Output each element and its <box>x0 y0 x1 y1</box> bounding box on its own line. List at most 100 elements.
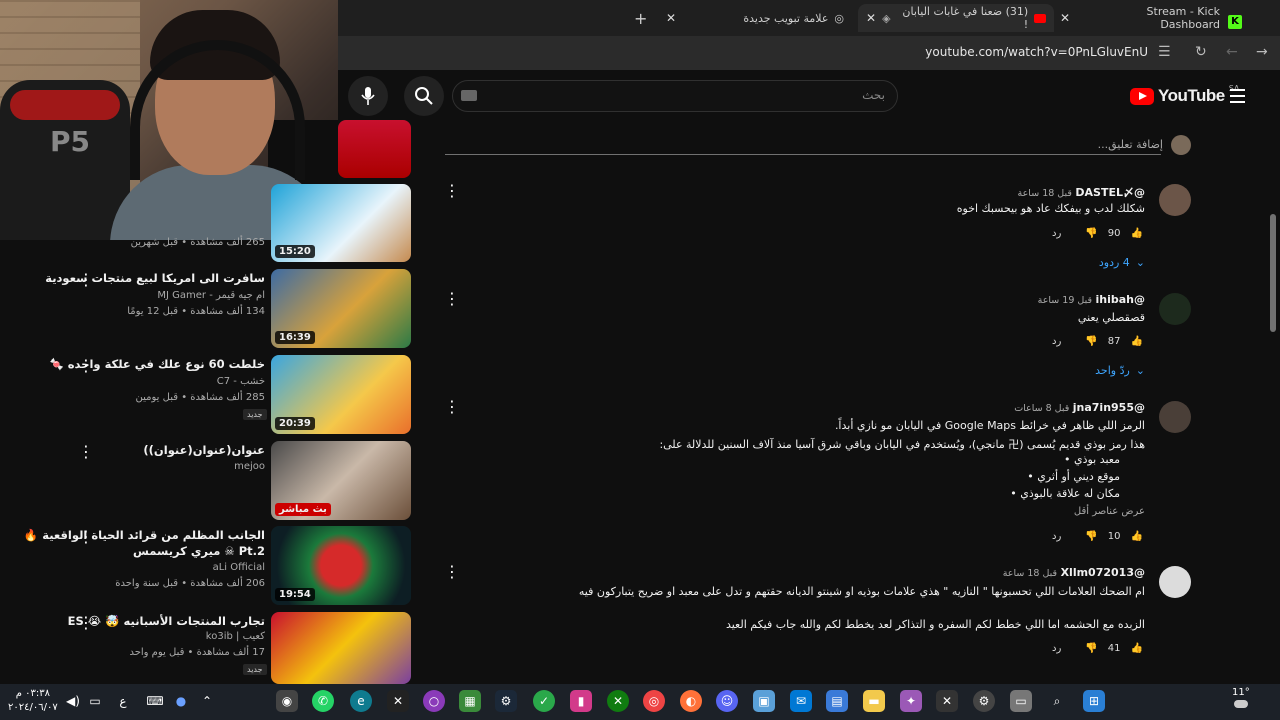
app-icon[interactable]: ✕ <box>936 690 958 712</box>
video-title[interactable]: تجارب المنتجات الأسبانيه 🤯 😭 ES <box>68 614 265 628</box>
replies-toggle[interactable]: ⌄ 4 ردود <box>1099 256 1145 269</box>
tab-close-icon[interactable]: ✕ <box>1060 11 1070 25</box>
voice-search-button[interactable] <box>348 76 388 116</box>
like-icon[interactable]: 👍 <box>1130 336 1142 347</box>
start-icon[interactable]: ⊞ <box>1083 690 1105 712</box>
app-icon[interactable]: ▭ <box>1010 690 1032 712</box>
youtube-logo[interactable]: YouTube SA <box>1130 84 1239 106</box>
page-scrollbar[interactable] <box>1270 214 1276 332</box>
more-options-icon[interactable]: ⋮ <box>78 529 94 545</box>
dislike-icon[interactable]: 👎 <box>1085 228 1097 239</box>
video-channel[interactable]: خشب - C7 <box>217 376 265 387</box>
video-channel[interactable]: ام جيه قيمر - MJ Gamer <box>157 290 265 301</box>
keyboard-icon[interactable]: ⌨ <box>144 690 166 712</box>
add-comment-input[interactable]: إضافة تعليق... <box>1098 138 1163 151</box>
search-button[interactable] <box>404 76 444 116</box>
search-taskbar-icon[interactable]: ⌕ <box>1046 690 1068 712</box>
commenter-avatar[interactable] <box>1159 184 1191 216</box>
comment-time[interactable]: قبل 19 ساعة <box>1038 295 1092 306</box>
tab-close-icon[interactable]: ✕ <box>666 11 676 25</box>
volume-icon[interactable]: ◀) <box>62 690 84 712</box>
comment-author[interactable]: @jna7in955 <box>1073 401 1145 414</box>
commenter-avatar[interactable] <box>1159 566 1191 598</box>
tab-youtube[interactable]: (31) ضعنا في غابات اليابان ! ◈ ✕ <box>858 4 1054 32</box>
like-icon[interactable]: 👍 <box>1130 643 1142 654</box>
xbox-icon[interactable]: ✕ <box>607 690 629 712</box>
more-options-icon[interactable]: ⋮ <box>78 444 94 460</box>
search-input[interactable]: بحث <box>452 80 898 112</box>
more-options-icon[interactable]: ⋮ <box>444 399 460 415</box>
app-icon[interactable]: ▣ <box>753 690 775 712</box>
show-hidden-icons-icon[interactable]: ⌃ <box>196 690 218 712</box>
outlook-icon[interactable]: ✉ <box>790 690 812 712</box>
reply-button[interactable]: رد <box>1052 228 1061 239</box>
chrome-icon[interactable]: ◎ <box>643 690 665 712</box>
more-options-icon[interactable]: ⋮ <box>78 358 94 374</box>
tab-close-icon[interactable]: ✕ <box>866 11 876 25</box>
comment-author[interactable]: @ihibah <box>1096 293 1146 306</box>
comment-time[interactable]: قبل 18 ساعة <box>1018 188 1072 199</box>
obs-icon[interactable]: ○ <box>423 690 445 712</box>
tab-new-tab[interactable]: ◎ علامة تبويب جديدة ✕ <box>660 4 850 32</box>
file-explorer-icon[interactable]: ▬ <box>863 690 885 712</box>
video-title[interactable]: الجانب المظلم من قرائد الحياة الواقعية 🔥 <box>24 528 265 542</box>
more-options-icon[interactable]: ⋮ <box>78 615 94 631</box>
replies-toggle[interactable]: ⌄ ردّ واحد <box>1095 364 1145 377</box>
video-channel[interactable]: كعيب | ko3ib <box>206 631 265 642</box>
comment-author[interactable]: @DASTEL〆 <box>1075 186 1145 199</box>
dislike-icon[interactable]: 👎 <box>1085 531 1097 542</box>
settings-icon[interactable]: ⚙ <box>973 690 995 712</box>
reply-button[interactable]: رد <box>1052 336 1061 347</box>
forward-icon[interactable]: ← <box>1226 44 1238 60</box>
more-options-icon[interactable]: ⋮ <box>78 272 94 288</box>
mic-tray-icon[interactable]: ● <box>170 690 192 712</box>
site-settings-icon[interactable]: ☰ <box>1158 44 1171 60</box>
app-icon[interactable]: ▮ <box>570 690 592 712</box>
whatsapp-icon[interactable]: ✆ <box>312 690 334 712</box>
reply-button[interactable]: رد <box>1052 531 1061 542</box>
capcut-icon[interactable]: ✕ <box>387 690 409 712</box>
network-icon[interactable]: ▭ <box>84 690 106 712</box>
video-channel[interactable]: mejoo <box>234 461 265 472</box>
chrome-taskbar-icon[interactable]: ◉ <box>276 690 298 712</box>
language-indicator[interactable]: ع <box>112 690 134 712</box>
show-less-link[interactable]: عرض عناصر أقل <box>1074 506 1145 517</box>
more-options-icon[interactable]: ⋮ <box>444 183 460 199</box>
address-bar[interactable]: youtube.com/watch?v=0PnLGluvEnU <box>925 45 1148 59</box>
tab-kick-dashboard[interactable]: Stream - Kick Dashboard ✕ <box>1060 4 1220 32</box>
video-thumbnail[interactable]: 19:54 <box>271 526 411 605</box>
steam-icon[interactable]: ⚙ <box>495 690 517 712</box>
dislike-icon[interactable]: 👎 <box>1085 643 1097 654</box>
weather-widget[interactable]: 11° <box>1232 687 1250 708</box>
new-tab-button[interactable]: + <box>634 4 647 32</box>
video-thumbnail[interactable] <box>338 120 411 178</box>
video-title[interactable]: Pt.2 ☠ ميري كريسمس <box>133 544 265 558</box>
more-options-icon[interactable]: ⋮ <box>444 291 460 307</box>
more-options-icon[interactable]: ⋮ <box>444 564 460 580</box>
like-icon[interactable]: 👍 <box>1130 228 1142 239</box>
video-thumbnail[interactable]: 15:20 <box>271 184 411 262</box>
back-icon[interactable]: → <box>1256 44 1268 60</box>
minecraft-icon[interactable]: ▦ <box>459 690 481 712</box>
audio-icon[interactable]: ◈ <box>882 12 890 25</box>
firefox-icon[interactable]: ◐ <box>680 690 702 712</box>
dislike-icon[interactable]: 👎 <box>1085 336 1097 347</box>
video-channel[interactable]: aLi Official <box>213 562 265 573</box>
hamburger-menu-icon[interactable] <box>1230 89 1245 107</box>
video-thumbnail[interactable] <box>271 612 411 684</box>
copilot-icon[interactable]: ✦ <box>900 690 922 712</box>
taskbar-clock[interactable]: ٠٣:٣٨ م ٢٠٢٤/٠٦/٠٧ <box>8 687 58 715</box>
comment-author[interactable]: @Xllm072013 <box>1061 566 1145 579</box>
discord-icon[interactable]: ☺ <box>716 690 738 712</box>
video-title[interactable]: عنوان(عنوان(عنوان)) <box>143 443 265 457</box>
video-thumbnail[interactable]: 16:39 <box>271 269 411 348</box>
commenter-avatar[interactable] <box>1159 401 1191 433</box>
reload-icon[interactable]: ↻ <box>1195 44 1207 60</box>
store-icon[interactable]: ▤ <box>826 690 848 712</box>
comment-time[interactable]: قبل 18 ساعة <box>1003 568 1057 579</box>
like-icon[interactable]: 👍 <box>1130 531 1142 542</box>
app-icon[interactable]: ✓ <box>533 690 555 712</box>
edge-icon[interactable]: e <box>350 690 372 712</box>
video-thumbnail[interactable]: بث مباشر <box>271 441 411 520</box>
comment-time[interactable]: قبل 8 ساعات <box>1014 403 1069 414</box>
